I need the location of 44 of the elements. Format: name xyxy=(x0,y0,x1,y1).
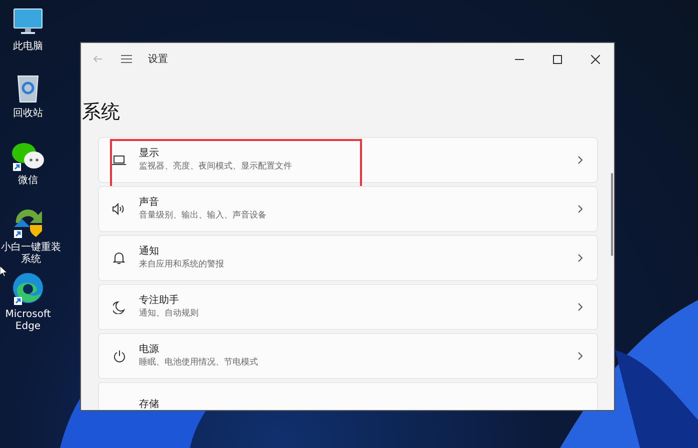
settings-item[interactable]: 声音 音量级别、输出、输入、声音设备 xyxy=(98,186,598,232)
item-description: 通知、自动规则 xyxy=(139,308,200,319)
item-title: 存储 xyxy=(139,399,160,410)
item-title: 显示 xyxy=(139,148,160,160)
settings-item[interactable]: 通知 来自应用和系统的警报 xyxy=(98,235,598,281)
chat-bubbles-icon[interactable] xyxy=(11,142,45,170)
item-description: 音量级别、输出、输入、声音设备 xyxy=(139,210,268,221)
settings-item[interactable]: 显示 监视器、亮度、夜间模式、显示配置文件 xyxy=(98,137,598,183)
close-icon xyxy=(590,54,600,64)
desktop-icon-label[interactable]: 回收站 xyxy=(0,108,59,120)
window-title: 设置 xyxy=(148,52,168,66)
chevron-right-icon xyxy=(578,156,583,164)
chevron-right-icon xyxy=(578,254,583,262)
page-heading: 系统 xyxy=(82,100,121,125)
moon-icon xyxy=(113,300,125,314)
monitor-icon[interactable] xyxy=(13,8,43,36)
item-title: 声音 xyxy=(139,196,160,208)
installer-icon[interactable] xyxy=(12,207,44,237)
desktop-icon-label[interactable]: 微信 xyxy=(0,175,59,187)
maximize-icon xyxy=(552,54,562,64)
item-description: 睡眠、电池使用情况、节电模式 xyxy=(139,357,259,368)
mouse-cursor-icon xyxy=(0,266,7,277)
desktop-icon-label[interactable]: 此电脑 xyxy=(0,41,59,53)
chevron-right-icon xyxy=(578,303,583,311)
item-description: 来自应用和系统的警报 xyxy=(139,259,225,270)
power-icon xyxy=(112,350,126,362)
settings-item[interactable]: 专注助手 通知、自动规则 xyxy=(98,284,598,330)
bell-icon xyxy=(113,252,125,264)
chevron-right-icon xyxy=(578,352,583,360)
item-title: 通知 xyxy=(139,246,160,258)
item-title: 专注助手 xyxy=(139,294,180,306)
item-description: 监视器、亮度、夜间模式、显示配置文件 xyxy=(139,161,293,172)
scrollbar[interactable] xyxy=(611,173,613,256)
item-title: 电源 xyxy=(139,344,160,356)
desktop-icon-label[interactable]: Microsoft Edge xyxy=(0,309,59,333)
desktop-icon-label[interactable]: 小白一键重装系统 xyxy=(0,242,62,266)
chevron-right-icon xyxy=(578,205,583,213)
edge-browser-icon[interactable] xyxy=(12,272,44,304)
laptop-icon xyxy=(112,155,126,165)
speaker-icon xyxy=(112,203,126,215)
settings-item[interactable]: 存储 xyxy=(98,382,598,410)
recycle-bin-icon[interactable] xyxy=(16,73,40,103)
settings-item[interactable]: 电源 睡眠、电池使用情况、节电模式 xyxy=(98,333,598,379)
menu-icon[interactable] xyxy=(121,55,132,63)
